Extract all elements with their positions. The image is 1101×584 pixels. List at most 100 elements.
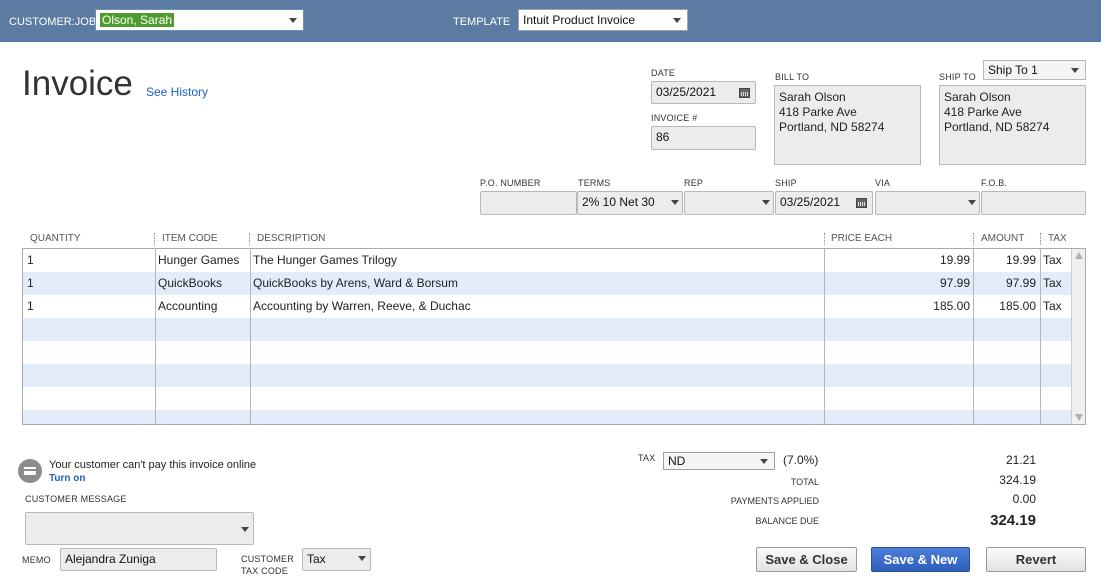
ship-date-field[interactable]: 03/25/2021 [775, 191, 873, 215]
customer-job-label: CUSTOMER:JOB [9, 16, 97, 28]
customer-job-select[interactable]: Olson, Sarah [95, 9, 304, 31]
total-label: TOTAL [790, 477, 819, 487]
save-close-button[interactable]: Save & Close [756, 547, 857, 572]
tax-item-select[interactable]: ND [663, 452, 775, 470]
credit-card-icon [18, 459, 42, 483]
table-row-empty[interactable] [23, 318, 1071, 341]
calendar-icon[interactable] [739, 88, 750, 98]
description-cell[interactable]: QuickBooks by Arens, Ward & Borsum [253, 276, 458, 290]
quantity-cell[interactable]: 1 [27, 299, 34, 313]
tax-amount: 21.21 [1005, 453, 1036, 467]
column-header-quantity[interactable]: QUANTITY [30, 233, 81, 244]
terms-value: 2% 10 Net 30 [582, 195, 655, 209]
template-value: Intuit Product Invoice [523, 13, 636, 27]
column-divider[interactable] [973, 233, 974, 245]
bill-to-address[interactable]: Sarah Olson 418 Parke Ave Portland, ND 5… [774, 85, 921, 165]
turn-on-link[interactable]: Turn on [49, 473, 85, 484]
tax-cell[interactable]: Tax [1043, 253, 1062, 267]
item-code-cell[interactable]: Accounting [158, 299, 217, 313]
amount-cell[interactable]: 97.99 [1006, 276, 1036, 290]
column-divider[interactable] [1040, 233, 1041, 245]
scroll-down-icon[interactable] [1075, 414, 1083, 421]
table-row-empty[interactable] [23, 387, 1071, 410]
chevron-down-icon [241, 527, 249, 532]
ship-date-value: 03/25/2021 [780, 195, 841, 209]
item-code-cell[interactable]: Hunger Games [158, 253, 239, 267]
table-row-empty[interactable] [23, 364, 1071, 387]
customer-tax-code-label: TAX CODE [241, 566, 288, 576]
via-label: VIA [875, 178, 891, 188]
customer-tax-code-select[interactable]: Tax [302, 548, 371, 571]
tax-cell[interactable]: Tax [1043, 299, 1062, 313]
table-row[interactable]: 1 Hunger Games The Hunger Games Trilogy … [23, 249, 1071, 272]
customer-tax-code-label: CUSTOMER [241, 554, 294, 564]
table-scrollbar[interactable] [1071, 249, 1085, 424]
balance-due-value: 324.19 [990, 512, 1036, 529]
chevron-down-icon [673, 18, 681, 23]
via-select[interactable] [875, 191, 980, 215]
quantity-cell[interactable]: 1 [27, 253, 34, 267]
column-gridline [1040, 249, 1041, 424]
rep-select[interactable] [684, 191, 774, 215]
amount-cell[interactable]: 19.99 [1006, 253, 1036, 267]
invoice-number-value: 86 [656, 130, 670, 144]
po-number-field[interactable] [480, 191, 577, 215]
column-gridline [824, 249, 825, 424]
description-cell[interactable]: The Hunger Games Trilogy [253, 253, 397, 267]
po-number-label: P.O. NUMBER [480, 178, 541, 188]
template-select[interactable]: Intuit Product Invoice [518, 9, 688, 31]
table-row-empty[interactable] [23, 410, 1071, 424]
total-value: 324.19 [999, 473, 1036, 487]
calendar-icon[interactable] [856, 198, 867, 208]
tax-cell[interactable]: Tax [1043, 276, 1062, 290]
tax-item-value: ND [668, 454, 686, 468]
amount-cell[interactable]: 185.00 [999, 299, 1036, 313]
payments-applied-value: 0.00 [1012, 492, 1036, 506]
description-cell[interactable]: Accounting by Warren, Reeve, & Duchac [253, 299, 471, 313]
table-row-empty[interactable] [23, 341, 1071, 364]
column-gridline [973, 249, 974, 424]
column-header-amount[interactable]: AMOUNT [981, 233, 1024, 244]
item-code-cell[interactable]: QuickBooks [158, 276, 222, 290]
chevron-down-icon [968, 200, 976, 205]
column-header-price-each[interactable]: PRICE EACH [831, 233, 892, 244]
column-divider[interactable] [154, 233, 155, 245]
see-history-link[interactable]: See History [146, 85, 208, 99]
column-header-item-code[interactable]: ITEM CODE [162, 233, 218, 244]
online-payment-message: Your customer can't pay this invoice onl… [49, 459, 257, 471]
column-header-tax[interactable]: TAX [1048, 233, 1067, 244]
ship-date-label: SHIP [775, 178, 797, 188]
column-gridline [155, 249, 156, 424]
chevron-down-icon [762, 200, 770, 205]
rep-label: REP [684, 178, 704, 188]
ship-to-address[interactable]: Sarah Olson 418 Parke Ave Portland, ND 5… [939, 85, 1086, 165]
quantity-cell[interactable]: 1 [27, 276, 34, 290]
date-label: DATE [651, 68, 676, 78]
price-cell[interactable]: 19.99 [940, 253, 970, 267]
column-divider[interactable] [824, 233, 825, 245]
bill-to-label: BILL TO [775, 72, 810, 82]
customer-message-label: CUSTOMER MESSAGE [25, 494, 127, 504]
ship-to-select-value: Ship To 1 [988, 63, 1038, 77]
customer-message-select[interactable] [25, 512, 254, 545]
column-header-description[interactable]: DESCRIPTION [257, 233, 325, 244]
table-row[interactable]: 1 QuickBooks QuickBooks by Arens, Ward &… [23, 272, 1071, 295]
invoice-number-field[interactable]: 86 [651, 126, 756, 150]
ship-to-label: SHIP TO [939, 72, 976, 82]
fob-label: F.O.B. [981, 178, 1008, 188]
ship-to-select[interactable]: Ship To 1 [983, 60, 1086, 80]
column-divider[interactable] [249, 233, 250, 245]
fob-field[interactable] [981, 191, 1086, 215]
price-cell[interactable]: 185.00 [933, 299, 970, 313]
revert-button[interactable]: Revert [986, 547, 1086, 572]
price-cell[interactable]: 97.99 [940, 276, 970, 290]
table-row[interactable]: 1 Accounting Accounting by Warren, Reeve… [23, 295, 1071, 318]
scroll-up-icon[interactable] [1075, 252, 1083, 259]
save-new-button[interactable]: Save & New [871, 547, 970, 572]
memo-value: Alejandra Zuniga [65, 552, 156, 566]
terms-label: TERMS [578, 178, 611, 188]
date-field[interactable]: 03/25/2021 [651, 81, 756, 104]
terms-select[interactable]: 2% 10 Net 30 [577, 191, 683, 215]
chevron-down-icon [1071, 68, 1079, 73]
memo-field[interactable]: Alejandra Zuniga [60, 548, 217, 571]
